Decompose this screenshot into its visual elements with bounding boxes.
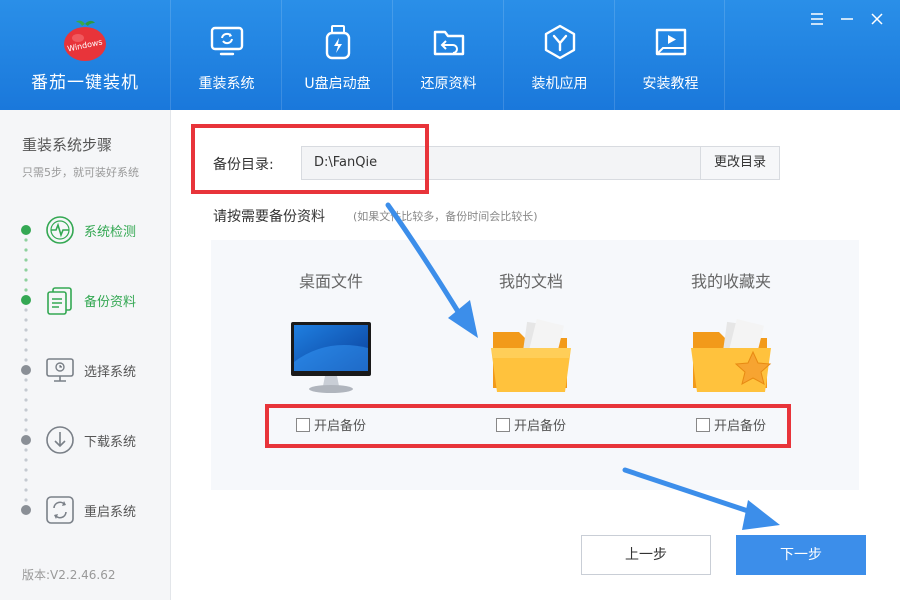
folder-restore-icon: [433, 30, 465, 56]
step-label: 选择系统: [84, 365, 137, 380]
main-content: 备份目录: D:\FanQie 更改目录 请按需要备份资料 (如果文件比较多，备…: [171, 110, 900, 600]
step-dot: [21, 435, 31, 445]
steps-title: 重装系统步骤: [22, 136, 113, 154]
select-hint: (如果文件比较多，备份时间会比较长): [353, 210, 538, 223]
top-nav: 重装系统 U盘启动盘 还原资料 装机应用 安装教程: [170, 0, 725, 110]
window-controls: [808, 10, 886, 28]
step-download: 下载系统: [0, 420, 170, 460]
step-label: 重启系统: [84, 505, 137, 520]
system-check-icon: [46, 216, 74, 244]
step-system-check: 系统检测: [0, 210, 170, 250]
nav-label: 还原资料: [420, 76, 477, 92]
nav-label: U盘启动盘: [304, 76, 371, 92]
step-label: 下载系统: [84, 435, 137, 450]
nav-label: 安装教程: [642, 76, 699, 92]
usb-drive-icon: [325, 25, 351, 60]
top-header: Windows 番茄一键装机 重装系统 U盘启动盘 还原资料 装机应用 安装教程: [0, 0, 900, 110]
nav-item-restore[interactable]: 还原资料: [392, 0, 503, 110]
backup-docs-icon: [47, 287, 72, 315]
prev-step-button[interactable]: 上一步: [581, 535, 711, 575]
nav-label: 重装系统: [198, 76, 255, 92]
highlight-box-checkboxes: [265, 404, 791, 448]
nav-item-reinstall[interactable]: 重装系统: [170, 0, 281, 110]
steps-sidebar: 重装系统步骤 只需5步，就可装好系统 系统检测 备份资料 选择系统 下载系统 重…: [0, 110, 171, 600]
monitor-refresh-icon: [210, 26, 244, 56]
step-dot: [21, 225, 31, 235]
minimize-icon[interactable]: [838, 10, 856, 28]
tomato-logo-icon: Windows: [64, 20, 106, 61]
documents-folder-icon: [491, 319, 571, 392]
step-dot: [21, 295, 31, 305]
nav-label: 装机应用: [531, 76, 588, 92]
desktop-monitor-icon: [291, 322, 371, 393]
app-hexagon-icon: [544, 24, 576, 60]
menu-icon[interactable]: [808, 10, 826, 28]
version-label: 版本:V2.2.46.62: [22, 568, 116, 582]
step-label: 备份资料: [84, 295, 137, 310]
nav-item-usb[interactable]: U盘启动盘: [281, 0, 392, 110]
step-dot: [21, 365, 31, 375]
download-icon: [46, 426, 74, 454]
video-book-icon: [655, 28, 687, 56]
favorites-folder-icon: [691, 319, 772, 392]
step-backup: 备份资料: [0, 280, 170, 320]
steps-subtitle: 只需5步，就可装好系统: [22, 166, 139, 179]
close-icon[interactable]: [868, 10, 886, 28]
step-label: 系统检测: [84, 225, 137, 240]
card-title: 桌面文件: [298, 272, 363, 291]
nav-item-apps[interactable]: 装机应用: [503, 0, 614, 110]
step-select-system: 选择系统: [0, 350, 170, 390]
step-restart: 重启系统: [0, 490, 170, 530]
select-title: 请按需要备份资料: [213, 209, 325, 225]
select-system-icon: [46, 358, 74, 382]
restart-icon: [46, 496, 74, 524]
card-title: 我的收藏夹: [690, 272, 771, 291]
logo-area: Windows 番茄一键装机: [0, 0, 170, 110]
nav-item-tutorial[interactable]: 安装教程: [614, 0, 725, 110]
app-title: 番茄一键装机: [31, 73, 139, 93]
step-dot: [21, 505, 31, 515]
backup-options-panel: 桌面文件 开启备份 我的文档 开启备份 我的收藏夹 开启备份: [211, 240, 859, 490]
next-step-button[interactable]: 下一步: [736, 535, 866, 575]
highlight-box-dir: [191, 124, 429, 194]
card-title: 我的文档: [498, 272, 563, 291]
change-dir-button[interactable]: 更改目录: [700, 146, 780, 180]
